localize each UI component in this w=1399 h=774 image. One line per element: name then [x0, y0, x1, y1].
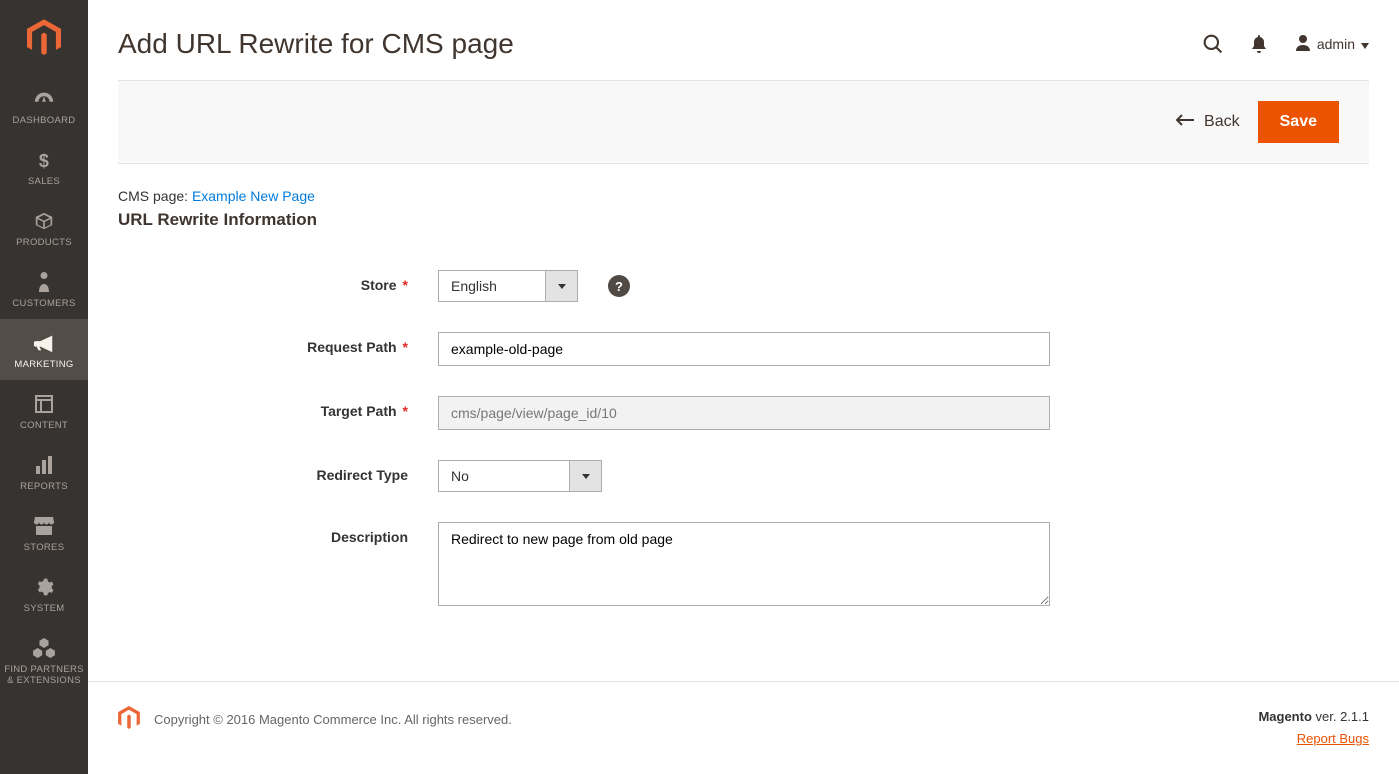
- sidebar-item-label: CUSTOMERS: [12, 298, 75, 309]
- sidebar-item-label: SALES: [28, 176, 60, 187]
- product-name: Magento: [1258, 709, 1311, 724]
- store-label: Store*: [118, 270, 438, 293]
- version-prefix: ver.: [1312, 709, 1340, 724]
- sidebar-item-dashboard[interactable]: DASHBOARD: [0, 75, 88, 136]
- sidebar-item-customers[interactable]: CUSTOMERS: [0, 258, 88, 319]
- sidebar-item-label: PRODUCTS: [16, 237, 72, 248]
- target-path-input: [438, 396, 1050, 430]
- sidebar-item-sales[interactable]: $ SALES: [0, 136, 88, 197]
- back-label: Back: [1204, 113, 1240, 131]
- help-icon[interactable]: ?: [608, 275, 630, 297]
- request-path-input[interactable]: [438, 332, 1050, 366]
- store-select[interactable]: English: [438, 270, 578, 302]
- report-bugs-link[interactable]: Report Bugs: [1297, 731, 1369, 746]
- version-text: 2.1.1: [1340, 709, 1369, 724]
- megaphone-icon: [33, 332, 55, 354]
- sidebar-item-marketing[interactable]: MARKETING: [0, 319, 88, 380]
- breadcrumb-prefix: CMS page:: [118, 188, 192, 204]
- sidebar-item-label: MARKETING: [14, 359, 73, 370]
- arrow-left-icon: [1176, 113, 1194, 131]
- description-textarea[interactable]: [438, 522, 1050, 606]
- required-asterisk: *: [403, 277, 408, 293]
- request-path-label: Request Path*: [118, 332, 438, 355]
- sidebar-item-label: STORES: [24, 542, 65, 553]
- topbar: Add URL Rewrite for CMS page admin: [88, 0, 1399, 80]
- sidebar-item-partners[interactable]: FIND PARTNERS & EXTENSIONS: [0, 624, 88, 696]
- svg-text:$: $: [39, 151, 49, 170]
- magento-logo-icon: [27, 19, 61, 57]
- sidebar-item-reports[interactable]: REPORTS: [0, 441, 88, 502]
- sidebar-item-system[interactable]: SYSTEM: [0, 563, 88, 624]
- admin-label: admin: [1317, 36, 1355, 52]
- section-title: URL Rewrite Information: [118, 210, 1369, 230]
- store-select-value: English: [438, 270, 546, 302]
- user-icon: [1295, 35, 1311, 54]
- breadcrumb: CMS page: Example New Page: [118, 188, 1369, 204]
- footer: Copyright © 2016 Magento Commerce Inc. A…: [88, 681, 1399, 774]
- save-button[interactable]: Save: [1258, 101, 1339, 143]
- chevron-down-icon[interactable]: [546, 270, 578, 302]
- chevron-down-icon: [1361, 36, 1369, 52]
- gauge-icon: [33, 88, 55, 110]
- gear-icon: [34, 576, 54, 598]
- sidebar-item-content[interactable]: CONTENT: [0, 380, 88, 441]
- cubes-icon: [33, 637, 55, 659]
- sidebar-item-products[interactable]: PRODUCTS: [0, 197, 88, 258]
- sidebar: DASHBOARD $ SALES PRODUCTS CUSTOMERS MAR…: [0, 0, 88, 774]
- required-asterisk: *: [403, 339, 408, 355]
- sidebar-item-label: CONTENT: [20, 420, 68, 431]
- redirect-type-select[interactable]: No: [438, 460, 602, 492]
- admin-menu[interactable]: admin: [1295, 35, 1369, 54]
- dollar-icon: $: [37, 149, 51, 171]
- page-title: Add URL Rewrite for CMS page: [118, 28, 514, 60]
- copyright-text: Copyright © 2016 Magento Commerce Inc. A…: [154, 712, 512, 727]
- description-label: Description: [118, 522, 438, 545]
- magento-logo-icon: [118, 706, 140, 733]
- sidebar-item-label: SYSTEM: [24, 603, 65, 614]
- sidebar-item-stores[interactable]: STORES: [0, 502, 88, 563]
- storefront-icon: [34, 515, 54, 537]
- bars-icon: [35, 454, 53, 476]
- required-asterisk: *: [403, 403, 408, 419]
- sidebar-item-label: REPORTS: [20, 481, 68, 492]
- actionbar: Back Save: [118, 80, 1369, 164]
- redirect-type-label: Redirect Type: [118, 460, 438, 483]
- search-icon[interactable]: [1203, 34, 1223, 54]
- magento-logo[interactable]: [0, 0, 88, 75]
- person-icon: [37, 271, 51, 293]
- cms-page-link[interactable]: Example New Page: [192, 188, 315, 204]
- chevron-down-icon[interactable]: [570, 460, 602, 492]
- layout-icon: [35, 393, 53, 415]
- sidebar-item-label: DASHBOARD: [13, 115, 76, 126]
- redirect-type-value: No: [438, 460, 570, 492]
- bell-icon[interactable]: [1251, 35, 1267, 53]
- back-button[interactable]: Back: [1176, 113, 1240, 131]
- target-path-label: Target Path*: [118, 396, 438, 419]
- box-icon: [34, 210, 54, 232]
- sidebar-item-label: FIND PARTNERS & EXTENSIONS: [4, 664, 84, 686]
